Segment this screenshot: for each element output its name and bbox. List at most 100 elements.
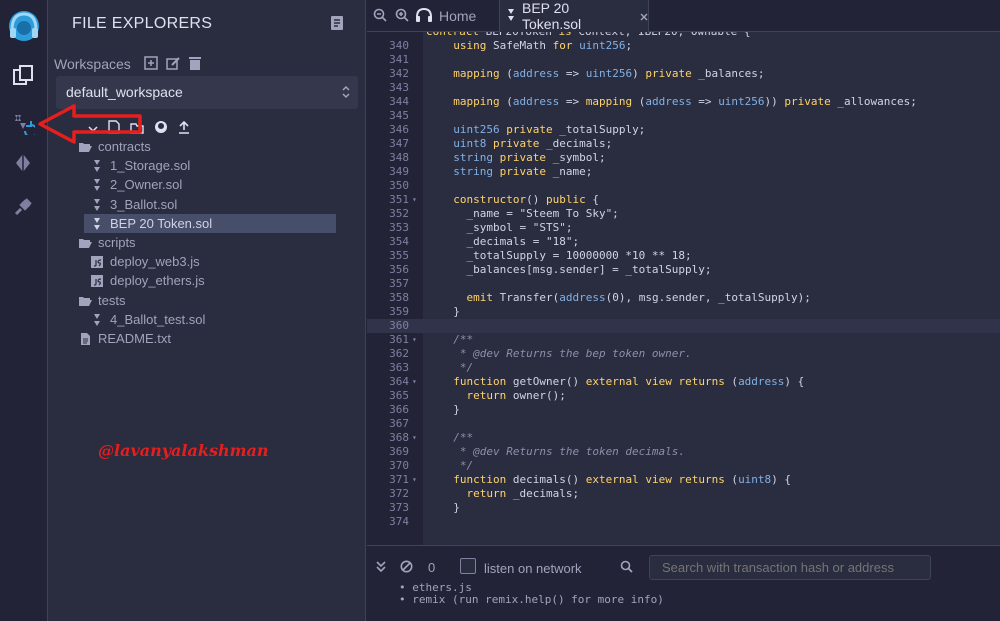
code-line: 367 [367,417,1000,431]
close-tab-icon[interactable] [640,8,648,24]
solidity-file-icon [90,198,104,212]
code-line: 368 ▾ /** [367,431,1000,445]
line-number: 344 [389,95,409,108]
line-number: 357 [389,277,409,290]
tree-item-label: 3_Ballot.sol [110,197,178,212]
delete-workspace-icon[interactable] [189,56,201,75]
code-line: 357 [367,277,1000,291]
chevron-double-down-icon[interactable] [376,560,386,578]
remix-logo-icon[interactable] [4,6,44,46]
tree-folder-tests[interactable]: tests [78,291,338,310]
code-line: 355 _totalSupply = 10000000 *10 ** 18; [367,249,1000,263]
line-number: 346 [389,123,409,136]
clear-console-icon[interactable] [400,560,413,578]
tree-folder-contracts[interactable]: contracts [78,137,338,156]
icon-sidebar [0,0,48,621]
tree-item-label: deploy_ethers.js [110,273,205,288]
line-number: 353 [389,221,409,234]
listen-network-checkbox[interactable] [460,558,476,574]
code-line: contract BEP20Token is Context, IBEP20, … [367,32,1000,39]
zoom-in-icon[interactable] [395,8,409,27]
tab-bep20-token[interactable]: BEP 20 Token.sol [499,0,649,32]
zoom-out-icon[interactable] [373,8,387,27]
line-number: 350 [389,179,409,192]
code-line: 351 ▾ constructor() public { [367,193,1000,207]
tab-active-label: BEP 20 Token.sol [522,0,582,32]
js-file-icon [90,274,104,288]
code-line: 370 */ [367,459,1000,473]
file-explorer-icon[interactable] [10,62,36,88]
line-number: 368 [389,431,409,444]
fold-toggle-icon[interactable]: ▾ [412,473,417,487]
code-line: 371 ▾ function decimals() external view r… [367,473,1000,487]
line-number: 371 [389,473,409,486]
code-line: 342 mapping (address => uint256) private… [367,67,1000,81]
folder-open-icon [78,294,92,308]
line-number: 352 [389,207,409,220]
line-number: 343 [389,81,409,94]
code-text: uint256 private _totalSupply; [453,123,646,136]
solidity-file-icon [90,159,104,173]
js-file-icon [90,255,104,269]
tree-file-deploy-web3[interactable]: deploy_web3.js [90,252,338,271]
code-text: function getOwner() external view return… [453,375,805,388]
file-explorer-panel: FILE EXPLORERS Workspaces default_worksp… [38,0,366,621]
line-number: 374 [389,515,409,528]
code-line: 344 mapping (address => mapping (address… [367,95,1000,109]
fold-toggle-icon[interactable]: ▾ [412,193,417,207]
plugin-manager-icon[interactable] [10,194,36,220]
code-text: _symbol = "STS"; [440,221,573,234]
fold-toggle-icon[interactable]: ▾ [412,375,417,389]
tree-file-3-ballot[interactable]: 3_Ballot.sol [90,195,338,214]
docs-icon[interactable] [330,15,344,36]
code-line: 346 uint256 private _totalSupply; [367,123,1000,137]
code-line: 349 string private _name; [367,165,1000,179]
tree-folder-scripts[interactable]: scripts [78,233,338,252]
solidity-compiler-icon[interactable] [10,110,36,136]
code-text: contract BEP20Token is Context, IBEP20, … [426,32,751,39]
code-text: } [440,305,460,318]
code-line: 358 emit Transfer(address(0), msg.sender… [367,291,1000,305]
line-number: 347 [389,137,409,150]
line-number: 364 [389,375,409,388]
create-workspace-icon[interactable] [144,56,158,75]
tree-item-label: 2_Owner.sol [110,177,183,192]
line-number: 340 [389,39,409,52]
code-text: _name = "Steem To Sky"; [440,207,619,220]
tree-file-4-ballot-test[interactable]: 4_Ballot_test.sol [90,310,338,329]
code-line: 354 _decimals = "18"; [367,235,1000,249]
code-editor[interactable]: contract BEP20Token is Context, IBEP20, … [367,32,1000,545]
solidity-file-icon [90,217,104,231]
deploy-run-icon[interactable] [10,150,36,176]
terminal-toolbar: 0 listen on network [367,545,1000,585]
code-text: mapping (address => mapping (address => … [453,95,917,108]
code-text: /** [440,333,474,346]
tree-file-bep20-token[interactable]: BEP 20 Token.sol [84,214,336,233]
editor-tab-bar: Home BEP 20 Token.sol [367,0,1000,32]
code-line: 341 [367,53,1000,67]
code-text: mapping (address => uint256) private _ba… [453,67,765,80]
panel-title: FILE EXPLORERS [72,15,213,32]
line-number: 362 [389,347,409,360]
code-line: 347 uint8 private _decimals; [367,137,1000,151]
rename-workspace-icon[interactable] [166,56,181,75]
tab-home[interactable]: Home [415,0,476,32]
code-text: return _decimals; [466,487,580,500]
tree-file-1-storage[interactable]: 1_Storage.sol [90,156,338,175]
code-text: */ [440,361,474,374]
fold-toggle-icon[interactable]: ▾ [412,333,417,347]
code-line: 361 ▾ /** [367,333,1000,347]
tree-file-deploy-ethers[interactable]: deploy_ethers.js [90,271,338,290]
fold-toggle-icon[interactable]: ▾ [412,431,417,445]
terminal-output: • ethers.js • remix (run remix.help() fo… [367,581,1000,621]
code-text: * @dev Returns the bep token owner. [440,347,692,360]
tree-file-2-owner[interactable]: 2_Owner.sol [90,175,338,194]
code-line: 364 ▾ function getOwner() external view r… [367,375,1000,389]
workspace-select-value: default_workspace [66,84,183,100]
tree-item-label: contracts [98,139,151,154]
code-line: 374 [367,515,1000,529]
workspace-actions [144,56,201,75]
tx-search-input[interactable] [649,555,931,580]
tree-file-readme[interactable]: README.txt [78,329,338,348]
line-number: 358 [389,291,409,304]
